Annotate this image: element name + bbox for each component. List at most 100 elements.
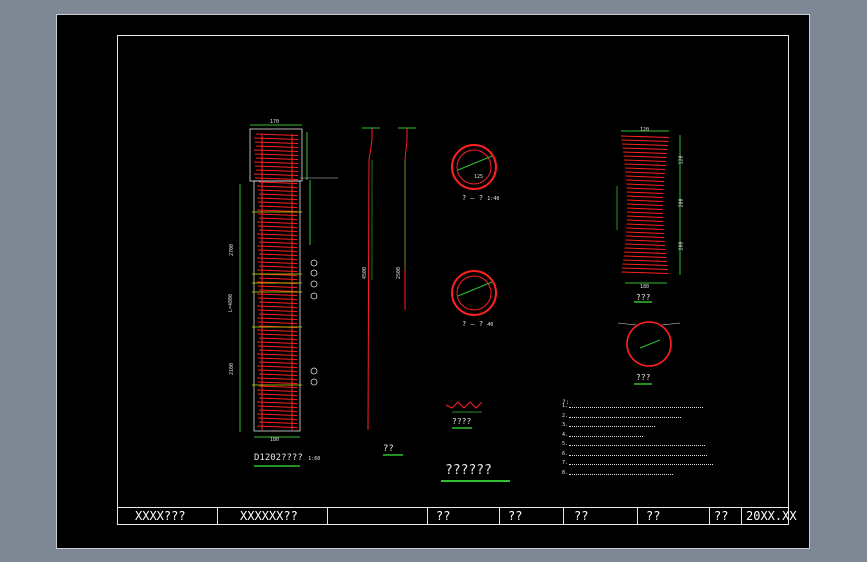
main-title: ?????? (445, 463, 492, 478)
section1-label: ? — ? 1:40 (462, 194, 499, 202)
pile-label-text: D1202???? (254, 453, 303, 463)
stirrup-line (256, 233, 298, 236)
stirrup-line (256, 245, 298, 248)
stirrup-line (621, 139, 669, 142)
section2-scale: 40 (487, 322, 494, 328)
stirrup-line (620, 135, 670, 138)
stirrup-line (258, 385, 298, 388)
stirrup-line (623, 255, 667, 258)
stirrup-line (258, 253, 298, 256)
rebar-details (362, 127, 416, 456)
stirrup-line (626, 207, 664, 210)
stirrup-line (257, 321, 298, 324)
stirrup-line (256, 329, 298, 332)
dim-bottom-width: 180 (270, 437, 280, 443)
stirrup-line (257, 225, 298, 228)
note-line (569, 454, 707, 456)
stirrup-line (622, 267, 668, 270)
stirrup-line (256, 221, 298, 224)
stirrup-line (624, 167, 666, 170)
stirrup-line (256, 341, 298, 344)
cad-drawing (239, 124, 681, 482)
stirrup-line (626, 199, 664, 202)
dim-left-total: L=4800 (228, 293, 235, 313)
right-section-label: ??? (636, 373, 651, 382)
stirrup-line (623, 259, 667, 262)
note-marker: 2. (562, 412, 569, 419)
stirrup-line (256, 209, 298, 212)
note-line (569, 473, 673, 475)
stirrup-line (257, 405, 298, 408)
stirrup-line (258, 241, 298, 244)
note-line (569, 445, 705, 446)
stirrup-line (626, 191, 664, 194)
stirrup-line (258, 373, 298, 376)
stirrup-line (256, 317, 298, 320)
stirrup-line (625, 231, 665, 234)
stirrup-line (257, 357, 298, 360)
stirrup-line (258, 397, 298, 400)
stirrup-line (256, 197, 298, 200)
stirrup-line (623, 155, 667, 158)
stirrup-line (253, 173, 299, 176)
stirrup-line (258, 193, 298, 196)
stirrup-line (256, 305, 298, 308)
stirrup-line (256, 257, 298, 260)
stirrup-line (625, 235, 665, 238)
dim-left-upper: 2700 (229, 243, 236, 257)
stirrup-line (622, 143, 668, 146)
stirrup-line (256, 425, 298, 428)
stirrup-line (626, 223, 664, 226)
dim-section: 125 (474, 174, 484, 180)
stirrup-line (257, 393, 298, 396)
right-elevation-label: ??? (636, 293, 651, 302)
stirrup-line (623, 151, 667, 154)
stirrup-line (257, 345, 298, 348)
note-line (569, 416, 681, 418)
stirrup-line (258, 409, 298, 412)
section1-title: ? — ? (462, 194, 484, 202)
stirrup-line (256, 389, 298, 392)
stirrup-line (258, 229, 298, 232)
stirrup-line (253, 161, 299, 164)
stirrup-line (256, 377, 298, 380)
stirrup-line (257, 285, 298, 288)
stirrup-line (257, 369, 298, 372)
stirrup-line (256, 185, 298, 188)
dim-right-1: 120 (678, 155, 685, 165)
stirrup-line (625, 179, 665, 182)
cross-sections (451, 144, 681, 367)
stirrup-line (258, 277, 298, 280)
stirrup-line (258, 421, 298, 424)
note-line (569, 464, 713, 465)
stirrup-line (625, 175, 665, 178)
section1-scale: 1:40 (487, 196, 500, 202)
stirrup-line (258, 181, 298, 184)
stirrup-line (258, 301, 298, 304)
note-marker: 3. (562, 422, 569, 428)
stirrup-line (626, 187, 664, 190)
stirrup-line (626, 219, 664, 222)
pile-elevation (239, 124, 338, 438)
stirrup-line (626, 211, 664, 214)
stirrup-line (258, 349, 298, 352)
dim-right-3: 200 (678, 241, 685, 251)
stirrup-line (621, 271, 669, 274)
stirrup-line (256, 365, 298, 368)
stirrup-line (624, 247, 666, 250)
stirrup-line (253, 149, 299, 152)
dim-top-width: 170 (270, 119, 280, 125)
stirrup-line (253, 137, 299, 140)
stirrup-line (625, 239, 665, 242)
stirrup-line (258, 265, 298, 268)
stirrup-line (257, 237, 298, 240)
stirrup-line (257, 213, 298, 216)
stirrup-line (257, 309, 298, 312)
pile-scale: 1:60 (308, 456, 321, 462)
dim-rebar-2: 2500 (396, 266, 403, 280)
spiral-label: ???? (452, 417, 472, 426)
stirrup-line (626, 227, 664, 230)
stirrup-line (624, 243, 666, 246)
stirrup-line (257, 417, 298, 420)
pile-label: D1202???? 1:60 (254, 453, 320, 463)
